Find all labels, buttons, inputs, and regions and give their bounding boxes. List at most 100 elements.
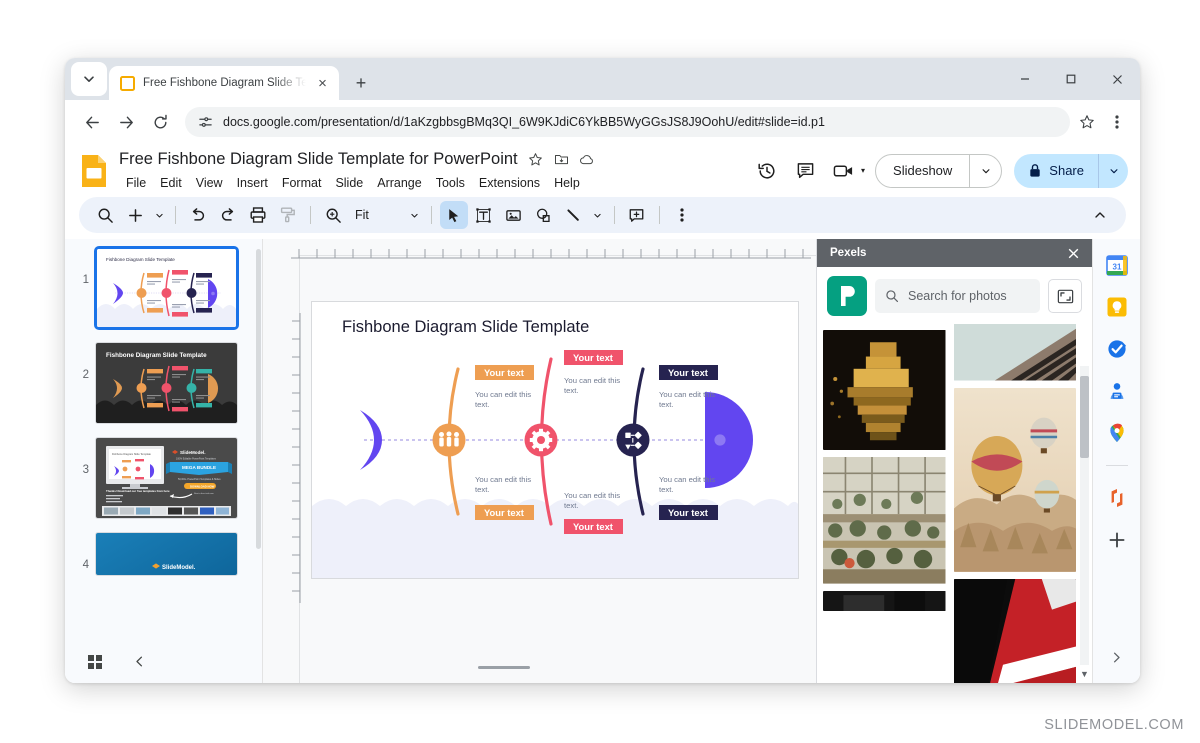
tab-search-button[interactable] bbox=[71, 62, 107, 96]
chevron-down-icon[interactable] bbox=[969, 154, 1001, 187]
slide-number: 1 bbox=[82, 274, 89, 287]
page-title[interactable]: Free Fishbone Diagram Slide Template for… bbox=[119, 150, 518, 169]
canvas-scroll-indicator[interactable] bbox=[478, 666, 530, 669]
svg-text:text.: text. bbox=[564, 501, 579, 510]
menu-arrange[interactable]: Arrange bbox=[370, 174, 428, 192]
close-icon[interactable] bbox=[1062, 242, 1084, 264]
close-icon[interactable]: × bbox=[314, 75, 331, 92]
menu-tools[interactable]: Tools bbox=[429, 174, 472, 192]
select-cursor-icon[interactable] bbox=[439, 201, 468, 230]
slide-thumbnail-4[interactable]: SlideModel. bbox=[95, 532, 238, 577]
star-icon[interactable] bbox=[1074, 109, 1100, 135]
menu-extensions[interactable]: Extensions bbox=[472, 174, 547, 192]
current-slide[interactable]: Your text You can edit this text. Your t… bbox=[311, 301, 799, 580]
scroll-down-arrow-icon[interactable]: ▼ bbox=[1079, 668, 1090, 679]
star-icon[interactable] bbox=[527, 151, 544, 168]
new-slide-caret-icon[interactable] bbox=[151, 211, 167, 220]
new-slide-icon[interactable] bbox=[121, 201, 149, 229]
svg-text:100% Editable PowerPoint Templ: 100% Editable PowerPoint Templates bbox=[176, 458, 217, 461]
slide-thumbnail-3[interactable]: Fishbone Diagram Slide Template SlideMod… bbox=[95, 437, 238, 520]
new-tab-button[interactable]: + bbox=[347, 69, 375, 97]
side-panel-rail: 31 bbox=[1092, 239, 1140, 683]
three-dots-icon[interactable] bbox=[1104, 109, 1130, 135]
slide-thumbnail-1[interactable]: Fishbone Diagram Slide Template bbox=[95, 247, 238, 330]
plus-icon[interactable] bbox=[1105, 528, 1129, 552]
line-caret-icon[interactable] bbox=[590, 211, 606, 220]
menu-insert[interactable]: Insert bbox=[230, 174, 275, 192]
menu-edit[interactable]: Edit bbox=[153, 174, 189, 192]
add-comment-icon[interactable] bbox=[623, 201, 651, 229]
line-icon[interactable] bbox=[560, 201, 588, 229]
undo-icon[interactable] bbox=[184, 201, 212, 229]
browser-omnibar: docs.google.com/presentation/d/1aKzgbbsg… bbox=[65, 100, 1140, 144]
close-window-icon[interactable] bbox=[1094, 58, 1140, 100]
slide-thumbnail-2[interactable]: Fishbone Diagram Slide Template bbox=[95, 342, 238, 425]
chevron-right-icon[interactable] bbox=[1105, 645, 1129, 669]
slideshow-button[interactable]: Slideshow bbox=[875, 153, 1003, 188]
menu-view[interactable]: View bbox=[189, 174, 230, 192]
zoom-caret-icon[interactable] bbox=[407, 211, 423, 220]
list-item[interactable]: 3 Fishbone Diagram Slide Template SlideM… bbox=[65, 437, 262, 532]
photo-greenhouse-plants[interactable] bbox=[823, 457, 946, 584]
bone1-bottom-label: Your text bbox=[484, 507, 524, 518]
url-bar[interactable]: docs.google.com/presentation/d/1aKzgbbsg… bbox=[185, 107, 1070, 137]
list-item[interactable]: 2 Fishbone Diagram Slide Template bbox=[65, 342, 262, 437]
insert-image-icon[interactable] bbox=[500, 201, 528, 229]
photo-dark-bottom[interactable] bbox=[823, 590, 946, 612]
slide-title-text[interactable]: Fishbone Diagram Slide Template bbox=[342, 318, 589, 337]
chevron-up-icon[interactable] bbox=[1086, 201, 1114, 229]
list-item[interactable]: 1 Fishbone Diagram Slide Template bbox=[65, 247, 262, 342]
forward-icon[interactable] bbox=[111, 107, 141, 137]
photo-staircase-minimal[interactable] bbox=[953, 324, 1077, 381]
fishbone-diagram[interactable]: Your text You can edit this text. Your t… bbox=[312, 302, 798, 579]
chevron-left-icon[interactable] bbox=[127, 650, 151, 674]
reload-icon[interactable] bbox=[145, 107, 175, 137]
meet-caret-icon[interactable]: ▾ bbox=[861, 166, 865, 175]
menu-format[interactable]: Format bbox=[275, 174, 329, 192]
comment-icon[interactable] bbox=[788, 154, 822, 188]
back-icon[interactable] bbox=[77, 107, 107, 137]
version-history-icon[interactable] bbox=[750, 154, 784, 188]
print-icon[interactable] bbox=[244, 201, 272, 229]
photo-golden-building-night[interactable] bbox=[823, 329, 946, 451]
shape-icon[interactable] bbox=[530, 201, 558, 229]
redo-icon[interactable] bbox=[214, 201, 242, 229]
maximize-icon[interactable] bbox=[1048, 58, 1094, 100]
photo-red-escalator[interactable] bbox=[953, 578, 1077, 683]
photo-grid[interactable]: ▲ ▼ bbox=[817, 324, 1092, 683]
google-tasks-icon[interactable] bbox=[1105, 337, 1129, 361]
expand-icon[interactable] bbox=[1048, 279, 1082, 314]
paint-format-icon[interactable] bbox=[274, 201, 302, 229]
minimize-icon[interactable] bbox=[1002, 58, 1048, 100]
photo-hot-air-balloons[interactable] bbox=[953, 387, 1077, 572]
search-icon[interactable] bbox=[91, 201, 119, 229]
menu-slide[interactable]: Slide bbox=[328, 174, 370, 192]
browser-tab[interactable]: Free Fishbone Diagram Slide Te × bbox=[109, 66, 339, 100]
svg-text:You can edit this: You can edit this bbox=[564, 491, 620, 500]
addon-scrollbar-thumb[interactable] bbox=[1080, 376, 1089, 459]
search-input[interactable]: Search for photos bbox=[875, 279, 1040, 314]
video-camera-icon[interactable] bbox=[826, 154, 860, 188]
site-settings-icon[interactable] bbox=[198, 115, 213, 130]
menu-file[interactable]: File bbox=[119, 174, 153, 192]
pexels-addon-icon[interactable] bbox=[1105, 486, 1129, 510]
more-options-icon[interactable] bbox=[668, 201, 696, 229]
meet-group[interactable]: ▾ bbox=[826, 154, 865, 188]
share-chevron-down-icon[interactable] bbox=[1098, 153, 1128, 188]
grid-view-icon[interactable] bbox=[83, 650, 107, 674]
text-box-icon[interactable] bbox=[470, 201, 498, 229]
google-calendar-icon[interactable]: 31 bbox=[1105, 253, 1129, 277]
addon-header: Pexels bbox=[817, 239, 1092, 268]
zoom-level[interactable]: Fit bbox=[349, 208, 375, 222]
share-button[interactable]: Share bbox=[1014, 153, 1128, 188]
google-maps-icon[interactable] bbox=[1105, 421, 1129, 445]
slide-canvas-area[interactable]: Your text You can edit this text. Your t… bbox=[263, 239, 816, 683]
google-contacts-icon[interactable] bbox=[1105, 379, 1129, 403]
google-keep-icon[interactable] bbox=[1105, 295, 1129, 319]
menu-help[interactable]: Help bbox=[547, 174, 587, 192]
move-to-folder-icon[interactable] bbox=[553, 151, 570, 168]
filmstrip-scrollbar[interactable] bbox=[256, 249, 261, 550]
zoom-icon[interactable] bbox=[319, 201, 347, 229]
cloud-saved-icon[interactable] bbox=[579, 151, 596, 168]
list-item[interactable]: 4 SlideModel. bbox=[65, 532, 262, 589]
